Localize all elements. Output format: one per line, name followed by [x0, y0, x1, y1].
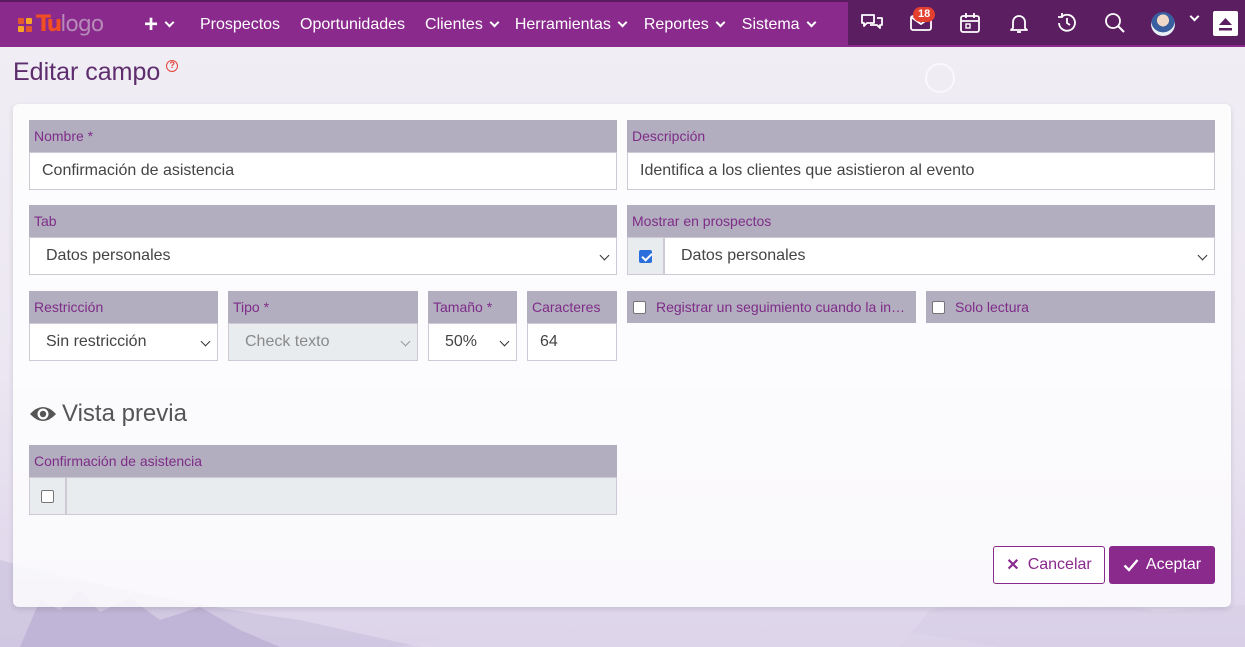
- chevron-down-icon: [715, 17, 726, 28]
- page-title: Editar campo ?: [13, 58, 179, 87]
- mostrar-prospectos-select[interactable]: Datos personales: [664, 237, 1215, 275]
- search-icon[interactable]: [1102, 10, 1128, 36]
- tab-field: Tab Datos personales: [29, 205, 617, 275]
- tipo-select: Check texto: [228, 323, 418, 361]
- nombre-label: Nombre *: [29, 120, 617, 152]
- registrar-seguimiento-option[interactable]: Registrar un seguimiento cuando la in…: [627, 291, 916, 323]
- descripcion-field: Descripción Identifica a los clientes qu…: [627, 120, 1215, 190]
- restriccion-select[interactable]: Sin restricción: [29, 323, 218, 361]
- registrar-seguimiento-checkbox[interactable]: [633, 300, 646, 314]
- chevron-down-icon: [617, 17, 628, 28]
- calendar-icon[interactable]: [957, 10, 983, 36]
- caracteres-field: Caracteres 64: [527, 291, 617, 361]
- mostrar-prospectos-label: Mostrar en prospectos: [627, 205, 1215, 237]
- chevron-down-icon: [806, 17, 817, 28]
- mostrar-prospectos-field: Mostrar en prospectos Datos personales: [627, 205, 1215, 275]
- restriccion-field: Restricción Sin restricción: [29, 291, 218, 361]
- nombre-field: Nombre * Confirmación de asistencia: [29, 120, 617, 190]
- logo-tu: Tu: [36, 12, 62, 37]
- cancel-label: Cancelar: [1027, 556, 1092, 573]
- registrar-seguimiento-label: Registrar un seguimiento cuando la in…: [656, 299, 906, 315]
- close-icon: ✕: [1006, 557, 1020, 574]
- preview-addon: [29, 477, 66, 515]
- plus-icon: +: [144, 10, 159, 38]
- solo-lectura-field: Solo lectura: [926, 291, 1215, 323]
- logo-grid-icon: [18, 17, 32, 32]
- chat-icon[interactable]: [859, 10, 885, 36]
- nav-prospectos[interactable]: Prospectos: [200, 16, 280, 34]
- preview-checkbox[interactable]: [41, 489, 54, 503]
- scroll-top-icon: [1219, 18, 1232, 31]
- tamano-field: Tamaño * 50%: [428, 291, 517, 361]
- restriccion-label: Restricción: [29, 291, 218, 323]
- caracteres-input[interactable]: 64: [527, 323, 617, 361]
- app-logo[interactable]: Tu logo: [18, 10, 122, 40]
- preview-text-input: [66, 477, 617, 515]
- accept-button[interactable]: Aceptar: [1109, 546, 1215, 584]
- tipo-label: Tipo *: [228, 291, 418, 323]
- history-icon[interactable]: [1054, 10, 1080, 36]
- logo-text: logo: [60, 12, 104, 37]
- chevron-down-icon: [489, 17, 500, 28]
- tamano-select[interactable]: 50%: [428, 323, 517, 361]
- mostrar-prospectos-addon: [627, 237, 664, 275]
- registrar-seguimiento-field: Registrar un seguimiento cuando la in…: [627, 291, 916, 323]
- tipo-field: Tipo * Check texto: [228, 291, 418, 361]
- tab-label: Tab: [29, 205, 617, 237]
- preview-field-label: Confirmación de asistencia: [29, 445, 617, 477]
- mostrar-prospectos-checkbox[interactable]: [639, 249, 652, 263]
- nav-sistema[interactable]: Sistema: [742, 16, 817, 34]
- avatar[interactable]: [1151, 12, 1175, 36]
- mail-count-badge: 18: [913, 7, 936, 22]
- bell-icon[interactable]: [1006, 10, 1032, 36]
- check-icon: [1123, 559, 1139, 572]
- chevron-down-icon: [164, 17, 175, 28]
- nav-herramientas[interactable]: Herramientas: [515, 16, 628, 34]
- help-icon[interactable]: ?: [166, 60, 179, 72]
- page-title-text: Editar campo: [13, 58, 161, 86]
- scroll-top-button[interactable]: [1213, 11, 1238, 36]
- nav-reportes[interactable]: Reportes: [644, 16, 726, 34]
- preview-heading: Vista previa: [29, 400, 187, 428]
- descripcion-input[interactable]: Identifica a los clientes que asistieron…: [627, 152, 1215, 190]
- tamano-label: Tamaño *: [428, 291, 517, 323]
- nav-oportunidades[interactable]: Oportunidades: [300, 16, 405, 34]
- solo-lectura-checkbox[interactable]: [932, 300, 945, 314]
- preview-title: Vista previa: [62, 400, 187, 427]
- edit-field-card: Nombre * Confirmación de asistencia Desc…: [13, 104, 1231, 607]
- caracteres-label: Caracteres: [527, 291, 617, 323]
- solo-lectura-label: Solo lectura: [955, 299, 1029, 315]
- solo-lectura-option[interactable]: Solo lectura: [926, 291, 1215, 323]
- quick-add-button[interactable]: +: [144, 11, 184, 39]
- accept-label: Aceptar: [1145, 556, 1202, 573]
- nav-clientes[interactable]: Clientes: [425, 16, 500, 34]
- tab-select[interactable]: Datos personales: [29, 237, 617, 275]
- nombre-input[interactable]: Confirmación de asistencia: [29, 152, 617, 190]
- cancel-button[interactable]: ✕ Cancelar: [993, 546, 1105, 584]
- preview-field: Confirmación de asistencia: [29, 445, 617, 515]
- descripcion-label: Descripción: [627, 120, 1215, 152]
- eye-icon: [30, 407, 56, 421]
